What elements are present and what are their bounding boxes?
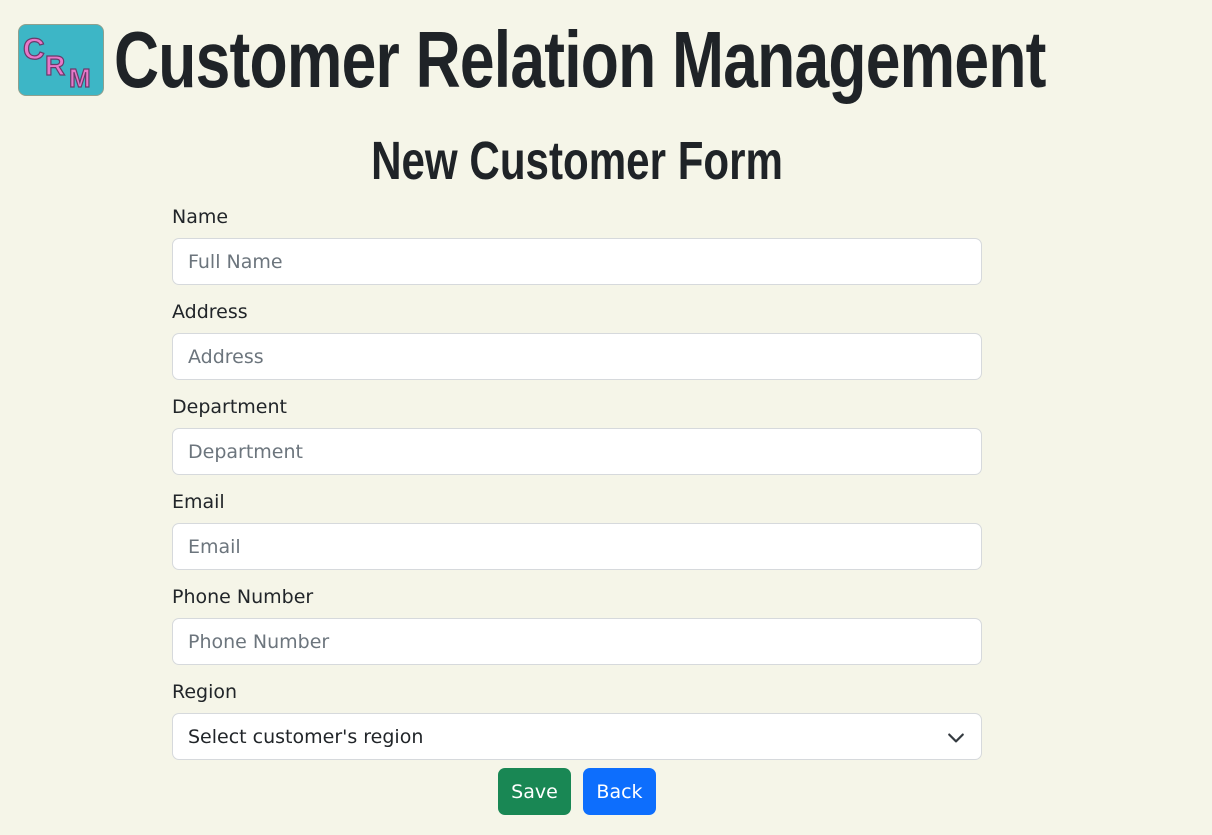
- crm-logo-graphic: C R M: [22, 32, 91, 93]
- email-label: Email: [172, 491, 225, 513]
- svg-text:C: C: [23, 33, 45, 66]
- department-label: Department: [172, 396, 287, 418]
- page-title-text: New Customer Form: [371, 131, 784, 191]
- name-field-group: Name: [172, 203, 982, 285]
- svg-text:M: M: [69, 63, 91, 93]
- department-input[interactable]: [172, 428, 982, 475]
- region-field-group: Region Select customer's region: [172, 678, 982, 760]
- region-label: Region: [172, 681, 238, 703]
- back-button[interactable]: Back: [583, 768, 656, 815]
- phone-label: Phone Number: [172, 586, 314, 608]
- department-field-group: Department: [172, 393, 982, 475]
- address-input[interactable]: [172, 333, 982, 380]
- phone-field-group: Phone Number: [172, 583, 982, 665]
- name-input[interactable]: [172, 238, 982, 285]
- svg-text:R: R: [45, 50, 65, 81]
- email-input[interactable]: [172, 523, 982, 570]
- address-label: Address: [172, 301, 248, 323]
- address-field-group: Address: [172, 298, 982, 380]
- name-label: Name: [172, 206, 229, 228]
- page-title: New Customer Form: [0, 130, 1155, 192]
- crm-logo: C R M: [18, 24, 104, 96]
- save-button[interactable]: Save: [498, 768, 571, 815]
- new-customer-form: Name Address Department Email Phone Numb…: [172, 203, 982, 760]
- app-title: Customer Relation Management: [114, 15, 1046, 104]
- phone-input[interactable]: [172, 618, 982, 665]
- region-select[interactable]: Select customer's region: [172, 713, 982, 760]
- chevron-down-icon: [948, 733, 964, 743]
- email-field-group: Email: [172, 488, 982, 570]
- form-actions: Save Back: [498, 768, 656, 815]
- app-header: C R M Customer Relation Management: [18, 18, 1212, 102]
- region-select-value: Select customer's region: [188, 725, 424, 748]
